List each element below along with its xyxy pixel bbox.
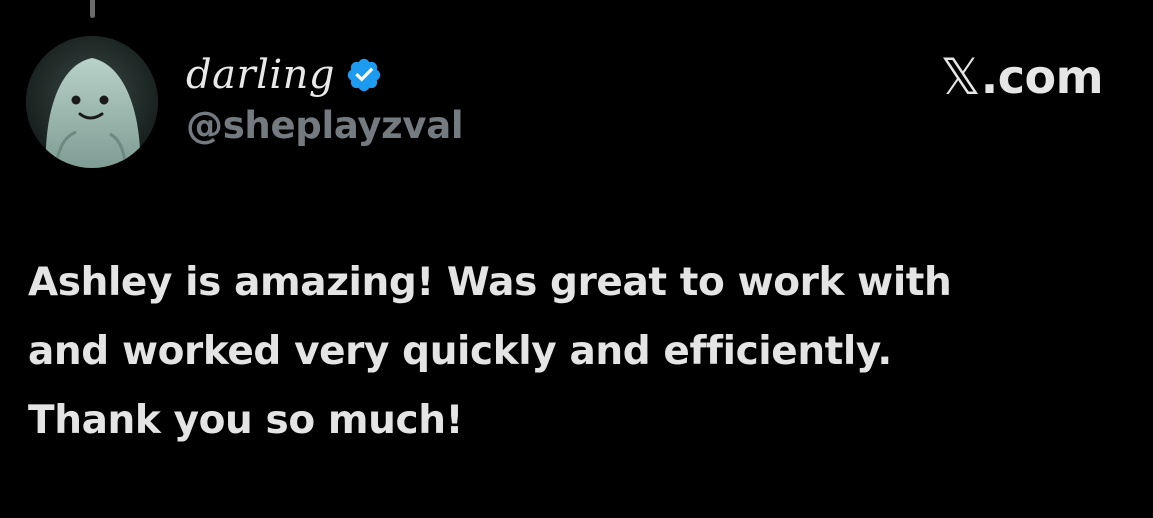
brand-watermark: 𝕏 .com	[940, 50, 1103, 104]
tweet-line-2: and worked very quickly and efficiently.	[28, 329, 892, 374]
tweet-body: Ashley is amazing! Was great to work wit…	[28, 248, 1128, 455]
tweet-line-3: Thank you so much!	[28, 398, 463, 443]
author-name-row: darling	[186, 50, 383, 100]
tweet-line-1: Ashley is amazing! Was great to work wit…	[28, 260, 952, 305]
thread-connector-line	[90, 0, 95, 18]
verified-badge-icon[interactable]	[345, 56, 383, 94]
x-logo-icon: 𝕏	[940, 48, 981, 106]
avatar[interactable]	[26, 36, 158, 168]
display-name[interactable]: darling	[186, 55, 335, 95]
author-handle[interactable]: @sheplayzval	[186, 104, 464, 148]
brand-domain-text: .com	[980, 50, 1104, 104]
ghost-avatar-image	[26, 36, 158, 168]
